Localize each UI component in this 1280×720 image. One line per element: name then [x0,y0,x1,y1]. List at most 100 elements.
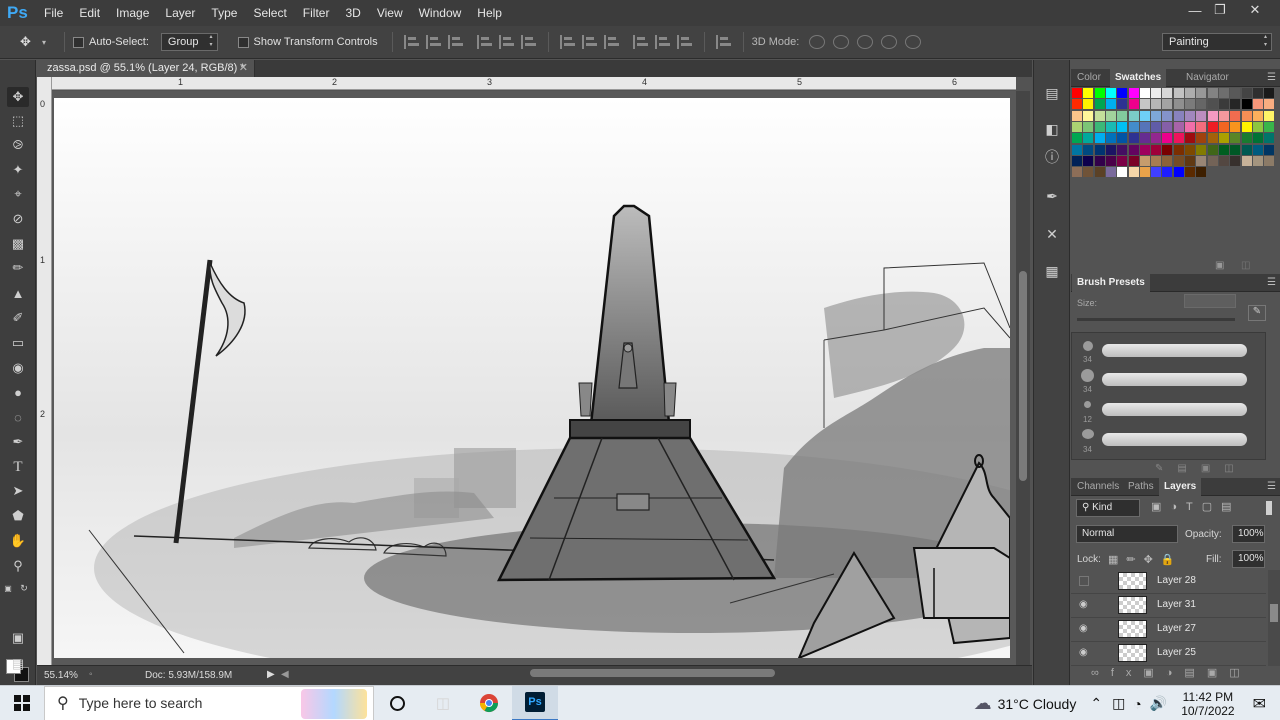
horizontal-scroll-thumb[interactable] [530,669,775,677]
swatch[interactable] [1241,133,1252,144]
eraser-tool-icon[interactable]: ▭ [7,333,29,353]
swatch[interactable] [1162,167,1173,178]
swatch[interactable] [1162,155,1173,166]
swatch[interactable] [1185,88,1195,98]
swatch[interactable] [1241,88,1252,98]
swatch[interactable] [1128,88,1139,98]
move-tool-icon[interactable]: ✥ [7,87,29,107]
layer-row[interactable]: ◉ Layer 31 [1071,594,1266,618]
new-swatch-icon[interactable]: ▣ [1215,260,1224,271]
weather-text[interactable]: 31°C Cloudy [998,696,1077,712]
swatch[interactable] [1264,110,1275,121]
brush-panel-icon[interactable]: ✒ [1043,187,1061,205]
menu-view[interactable]: View [369,0,411,26]
swatch[interactable] [1072,144,1082,155]
swatch[interactable] [1230,110,1241,121]
swatch[interactable] [1139,167,1150,178]
quick-mask-icon[interactable]: ▣ [7,628,29,648]
swatch[interactable] [1196,133,1207,144]
swatch[interactable] [1264,121,1275,132]
distribute-vcenter-icon[interactable] [581,35,598,49]
swatch[interactable] [1083,88,1094,98]
wifi-icon[interactable]: ◔ [1133,696,1141,712]
pen-tool-icon[interactable]: ✒ [7,432,29,452]
toggle-brush-panel-icon[interactable]: ✎ [1248,305,1266,321]
swatch[interactable] [1196,110,1207,121]
swatch[interactable] [1173,88,1184,98]
layer-filter-toggle[interactable] [1266,501,1272,515]
tab-layers[interactable]: Layers [1159,478,1202,496]
swatch[interactable] [1230,88,1241,98]
panel-menu-icon[interactable]: ☰ [1267,277,1276,288]
horizontal-scrollbar[interactable] [290,667,1015,680]
swatch[interactable] [1072,88,1082,98]
swatch[interactable] [1094,88,1105,98]
swatch[interactable] [1218,110,1229,121]
swatch[interactable] [1173,110,1184,121]
layer-name[interactable]: Layer 28 [1157,575,1196,586]
swatch[interactable] [1094,99,1105,110]
swatch[interactable] [1207,133,1218,144]
screen-mode-icon[interactable]: ▤ [7,654,29,674]
layers-footer-icons[interactable]: ∞fx▣◑▤▣◫ [1091,666,1252,679]
move-tool-preset-icon[interactable]: ✥ [20,34,42,50]
swatch[interactable] [1162,88,1173,98]
size-field[interactable] [1184,294,1236,308]
swatch[interactable] [1173,167,1184,178]
layer-row[interactable]: ◉ Layer 25 [1071,642,1266,666]
adjustments-icon[interactable]: ◧ [1043,120,1061,138]
swatch[interactable] [1207,110,1218,121]
swatch[interactable] [1230,121,1241,132]
eye-icon[interactable]: ◉ [1079,624,1091,634]
swatch[interactable] [1241,110,1252,121]
swatch[interactable] [1162,110,1173,121]
swatch[interactable] [1151,99,1162,110]
swatch[interactable] [1094,144,1105,155]
swatch[interactable] [1264,144,1275,155]
swatch[interactable] [1072,121,1082,132]
swatch[interactable] [1094,155,1105,166]
swatch[interactable] [1128,121,1139,132]
swatch[interactable] [1105,144,1116,155]
hand-tool-icon[interactable]: ✋ [7,531,29,551]
swatch[interactable] [1162,99,1173,110]
swatch[interactable] [1196,155,1207,166]
swatch[interactable] [1173,121,1184,132]
tab-paths[interactable]: Paths [1123,478,1159,496]
swatch[interactable] [1173,99,1184,110]
swatch[interactable] [1072,167,1082,178]
fill-field[interactable]: 100% [1232,550,1265,568]
photoshop-taskbar-icon[interactable]: Ps [512,685,558,720]
dodge-tool-icon[interactable]: ◌ [7,407,29,427]
swatch[interactable] [1139,121,1150,132]
clock[interactable]: 11:42 PM 10/7/2022 [1181,690,1234,718]
3d-rotate-icon[interactable] [809,35,826,49]
swatch[interactable] [1151,133,1162,144]
swatch[interactable] [1139,133,1150,144]
marquee-tool-icon[interactable]: ⬚ [7,111,29,131]
transform-controls-checkbox[interactable] [237,36,249,48]
swatch[interactable] [1207,155,1218,166]
workspace-dropdown[interactable]: Painting [1162,33,1272,51]
swatch[interactable] [1230,155,1241,166]
swatch[interactable] [1105,155,1116,166]
swatch[interactable] [1252,121,1263,132]
swatch[interactable] [1241,144,1252,155]
swatch[interactable] [1264,99,1275,110]
history-icon[interactable]: ▤ [1043,84,1061,102]
swatch[interactable] [1083,144,1094,155]
swatch[interactable] [1072,155,1082,166]
distribute-left-icon[interactable] [632,35,649,49]
swatch[interactable] [1173,144,1184,155]
tray-chevron-icon[interactable]: ⌃ [1090,695,1102,712]
swatch[interactable] [1252,88,1263,98]
restore-icon[interactable]: ❐ [1203,0,1237,20]
swatch[interactable] [1207,121,1218,132]
swatch[interactable] [1218,144,1229,155]
swatch[interactable] [1139,110,1150,121]
swatch[interactable] [1252,155,1263,166]
swatch[interactable] [1128,110,1139,121]
paragraph-icon[interactable]: ▦ [1043,262,1061,280]
swatch[interactable] [1264,155,1275,166]
swatch[interactable] [1252,99,1263,110]
